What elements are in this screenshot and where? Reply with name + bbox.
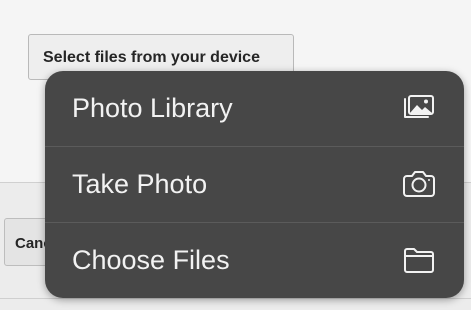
file-source-menu: Photo Library Take Photo Choose Files — [45, 71, 464, 298]
menu-item-label: Take Photo — [72, 169, 208, 199]
footer-divider — [0, 298, 471, 299]
folder-icon — [402, 245, 436, 275]
menu-item-choose-files[interactable]: Choose Files — [45, 223, 464, 298]
menu-item-photo-library[interactable]: Photo Library — [45, 71, 464, 146]
photo-library-icon — [402, 93, 436, 123]
camera-icon — [402, 169, 436, 199]
menu-item-take-photo[interactable]: Take Photo — [45, 147, 464, 222]
menu-item-label: Photo Library — [72, 93, 233, 123]
menu-item-label: Choose Files — [72, 245, 230, 275]
